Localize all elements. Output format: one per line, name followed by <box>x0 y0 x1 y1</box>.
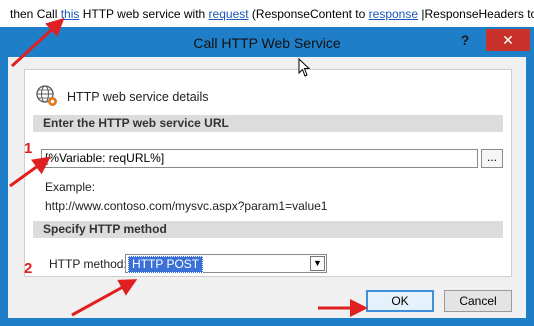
ok-button[interactable]: OK <box>366 290 434 312</box>
rule-middle2: (ResponseContent to <box>248 7 369 21</box>
url-section-header: Enter the HTTP web service URL <box>33 115 503 132</box>
http-method-value: HTTP POST <box>128 256 204 273</box>
browse-button[interactable]: ... <box>481 149 503 168</box>
close-button[interactable]: ✕ <box>486 29 530 51</box>
details-heading: HTTP web service details <box>67 90 209 104</box>
example-label: Example: <box>45 180 96 194</box>
url-input[interactable]: [%Variable: reqURL%] <box>41 149 478 168</box>
method-section-header: Specify HTTP method <box>33 221 503 238</box>
chevron-down-icon[interactable]: ▼ <box>310 256 325 271</box>
link-this[interactable]: this <box>61 7 80 21</box>
call-http-web-service-dialog: Call HTTP Web Service ? ✕ HTTP web servi… <box>0 27 534 326</box>
annotation-marker-1: 1 <box>24 140 33 157</box>
rule-prefix: then Call <box>10 7 61 21</box>
link-request[interactable]: request <box>209 7 249 21</box>
example-url: http://www.contoso.com/mysvc.aspx?param1… <box>45 199 328 213</box>
cancel-button[interactable]: Cancel <box>444 290 512 312</box>
http-method-select[interactable]: HTTP POST ▼ <box>125 254 327 273</box>
dialog-titlebar[interactable]: Call HTTP Web Service ? ✕ <box>0 27 534 57</box>
globe-gear-icon <box>36 85 57 106</box>
workflow-rule-line: then Call this HTTP web service with req… <box>0 0 534 28</box>
help-button[interactable]: ? <box>450 30 480 50</box>
dialog-client-area: HTTP web service details Enter the HTTP … <box>8 57 526 318</box>
http-method-label: HTTP method: <box>49 257 127 271</box>
details-panel: HTTP web service details Enter the HTTP … <box>24 69 512 277</box>
rule-suffix: |ResponseHeaders to re <box>421 7 534 21</box>
rule-sentence: then Call this HTTP web service with req… <box>10 7 534 21</box>
mouse-cursor-icon <box>298 58 311 77</box>
link-response[interactable]: response <box>369 7 418 21</box>
rule-middle: HTTP web service with <box>79 7 209 21</box>
annotation-marker-2: 2 <box>24 260 33 277</box>
